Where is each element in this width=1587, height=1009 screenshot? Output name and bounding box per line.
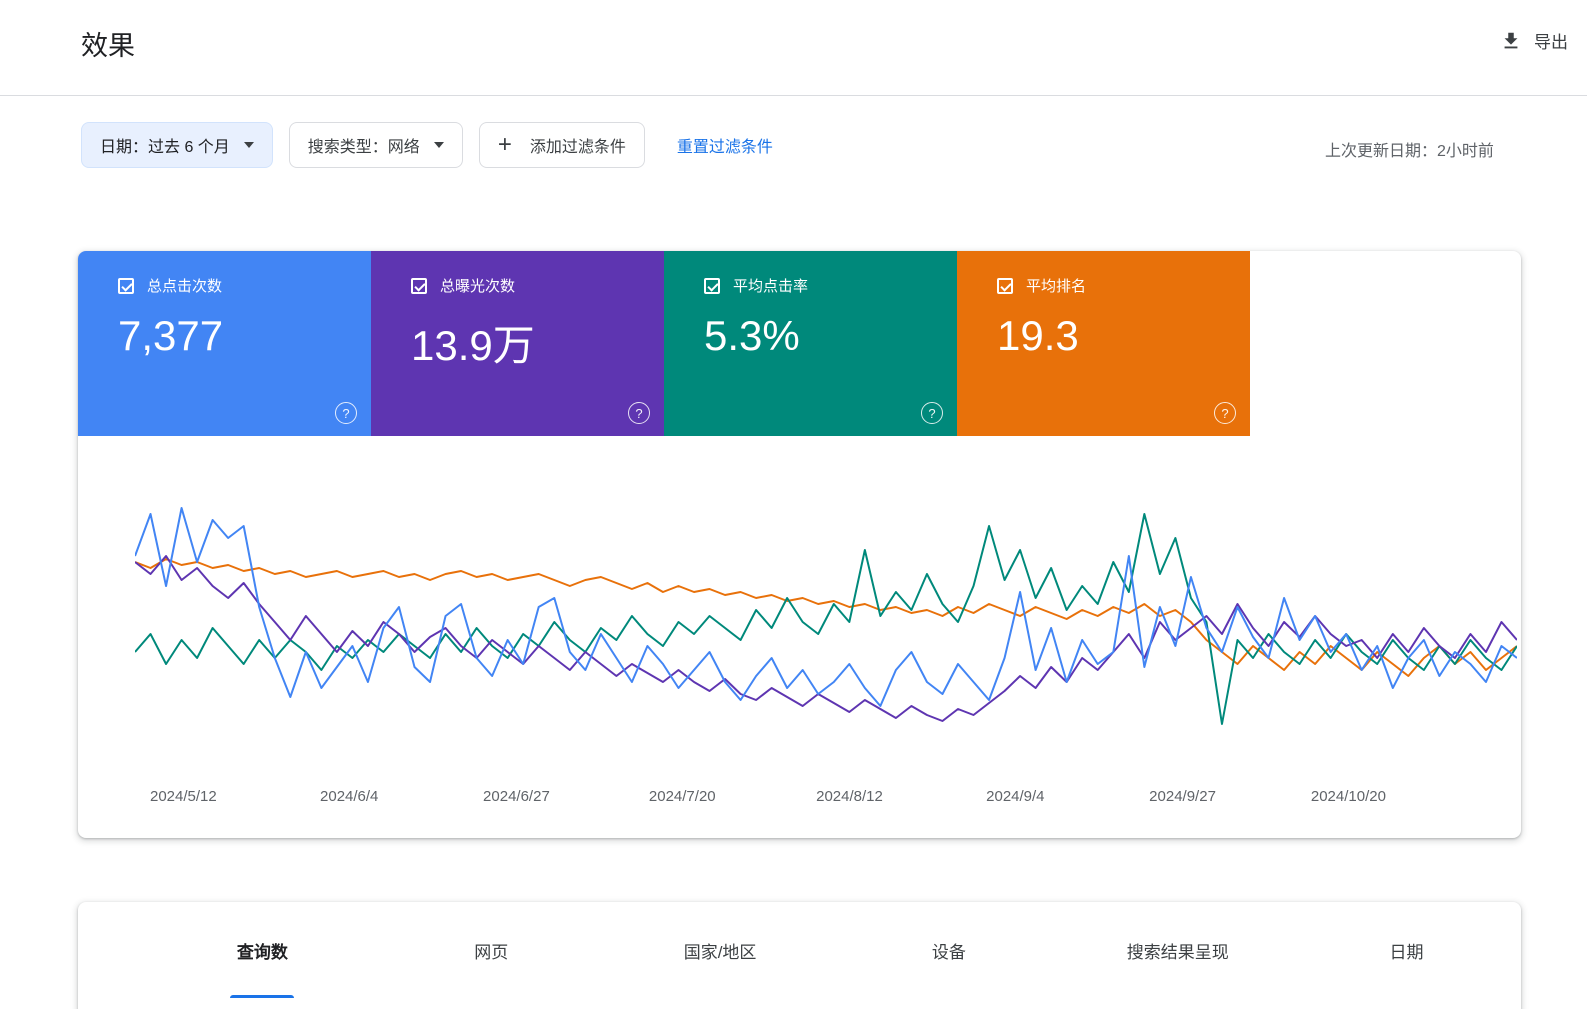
metric-label: 平均点击率 [733,278,809,295]
tab-search-appearance[interactable]: 搜索结果呈现 [1063,902,1292,998]
x-axis-tick-label: 2024/6/4 [320,788,379,805]
tab-pages[interactable]: 网页 [377,902,606,998]
chart-series-clicks [135,508,1517,706]
metric-card-position[interactable]: 平均排名 19.3 ? [957,251,1250,436]
checkbox-checked-icon[interactable] [118,277,134,294]
tab-dates[interactable]: 日期 [1292,902,1521,998]
x-axis-tick-label: 2024/10/20 [1310,788,1386,805]
dimension-tabs: 查询数 网页 国家/地区 设备 搜索结果呈现 日期 [78,902,1521,998]
filter-bar: 日期：过去 6 个月 搜索类型：网络 + 添加过滤条件 重置过滤条件 上次更新日… [0,96,1587,168]
help-icon[interactable]: ? [921,402,943,424]
chart-series-ctr [135,514,1517,724]
metric-value: 7,377 [118,312,224,359]
x-axis-tick-label: 2024/6/27 [483,788,550,805]
help-icon[interactable]: ? [1214,402,1236,424]
x-axis-tick-label: 2024/7/20 [648,788,716,805]
metric-card-impressions[interactable]: 总曝光次数 13.9万 ? [371,251,664,436]
chart-x-axis: 2024/5/12 2024/6/4 2024/6/27 2024/7/20 2024/… [135,778,1517,812]
metric-value: 13.9万 [411,322,535,369]
tab-devices[interactable]: 设备 [834,902,1063,998]
plus-icon: + [497,131,512,158]
date-filter-chip[interactable]: 日期：过去 6 个月 [81,122,273,168]
search-type-label: 搜索类型：网络 [307,139,420,156]
tab-label: 日期 [1389,942,1424,962]
tab-label: 网页 [474,942,509,962]
checkbox-checked-icon[interactable] [704,277,720,294]
add-filter-chip[interactable]: + 添加过滤条件 [478,122,645,168]
metric-value: 19.3 [997,312,1079,359]
metric-cards-row: 总点击次数 7,377 ? 总曝光次数 13.9万 ? 平均点击率 5.3% ?… [78,251,1250,436]
search-console-performance-page: 效果 导出 日期：过去 6 个月 搜索类型：网络 + 添加过滤条件 重置过滤条件… [0,0,1587,1009]
date-filter-label: 日期：过去 6 个月 [100,139,230,156]
search-type-filter-chip[interactable]: 搜索类型：网络 [288,122,463,168]
help-icon[interactable]: ? [628,402,650,424]
page-title: 效果 [81,31,135,61]
chevron-down-icon [433,142,444,148]
checkbox-checked-icon[interactable] [411,277,427,294]
tab-label: 国家/地区 [683,942,757,962]
x-axis-tick-label: 2024/8/12 [816,788,883,805]
metric-card-ctr[interactable]: 平均点击率 5.3% ? [664,251,957,436]
metric-label: 总点击次数 [147,278,223,295]
tab-queries[interactable]: 查询数 [148,902,377,998]
tab-label: 搜索结果呈现 [1126,942,1229,962]
chevron-down-icon [243,142,254,148]
metric-value: 5.3% [704,312,800,359]
x-axis-tick-label: 2024/5/12 [149,788,217,805]
tab-label: 设备 [931,942,966,962]
export-label: 导出 [1534,33,1568,52]
performance-line-chart[interactable] [135,472,1517,772]
chart-series-impressions [135,556,1517,721]
metric-label: 总曝光次数 [440,278,516,295]
last-updated-text: 上次更新日期：2小时前 [1325,143,1494,160]
chart-canvas[interactable] [135,472,1517,772]
tab-label: 查询数 [236,942,288,962]
tab-countries[interactable]: 国家/地区 [606,902,835,998]
metric-card-clicks[interactable]: 总点击次数 7,377 ? [78,251,371,436]
page-header: 效果 导出 [0,0,1587,95]
download-icon [1500,30,1522,52]
add-filter-label: 添加过滤条件 [529,139,626,156]
dimension-tabs-card: 查询数 网页 国家/地区 设备 搜索结果呈现 日期 [78,902,1521,1009]
x-axis-tick-label: 2024/9/27 [1149,788,1216,805]
reset-filters-link[interactable]: 重置过滤条件 [677,133,773,157]
export-button[interactable]: 导出 [1500,28,1568,53]
help-icon[interactable]: ? [335,402,357,424]
performance-panel: 总点击次数 7,377 ? 总曝光次数 13.9万 ? 平均点击率 5.3% ?… [78,251,1521,838]
checkbox-checked-icon[interactable] [997,277,1013,294]
x-axis-tick-label: 2024/9/4 [986,788,1045,805]
metric-label: 平均排名 [1026,278,1087,295]
